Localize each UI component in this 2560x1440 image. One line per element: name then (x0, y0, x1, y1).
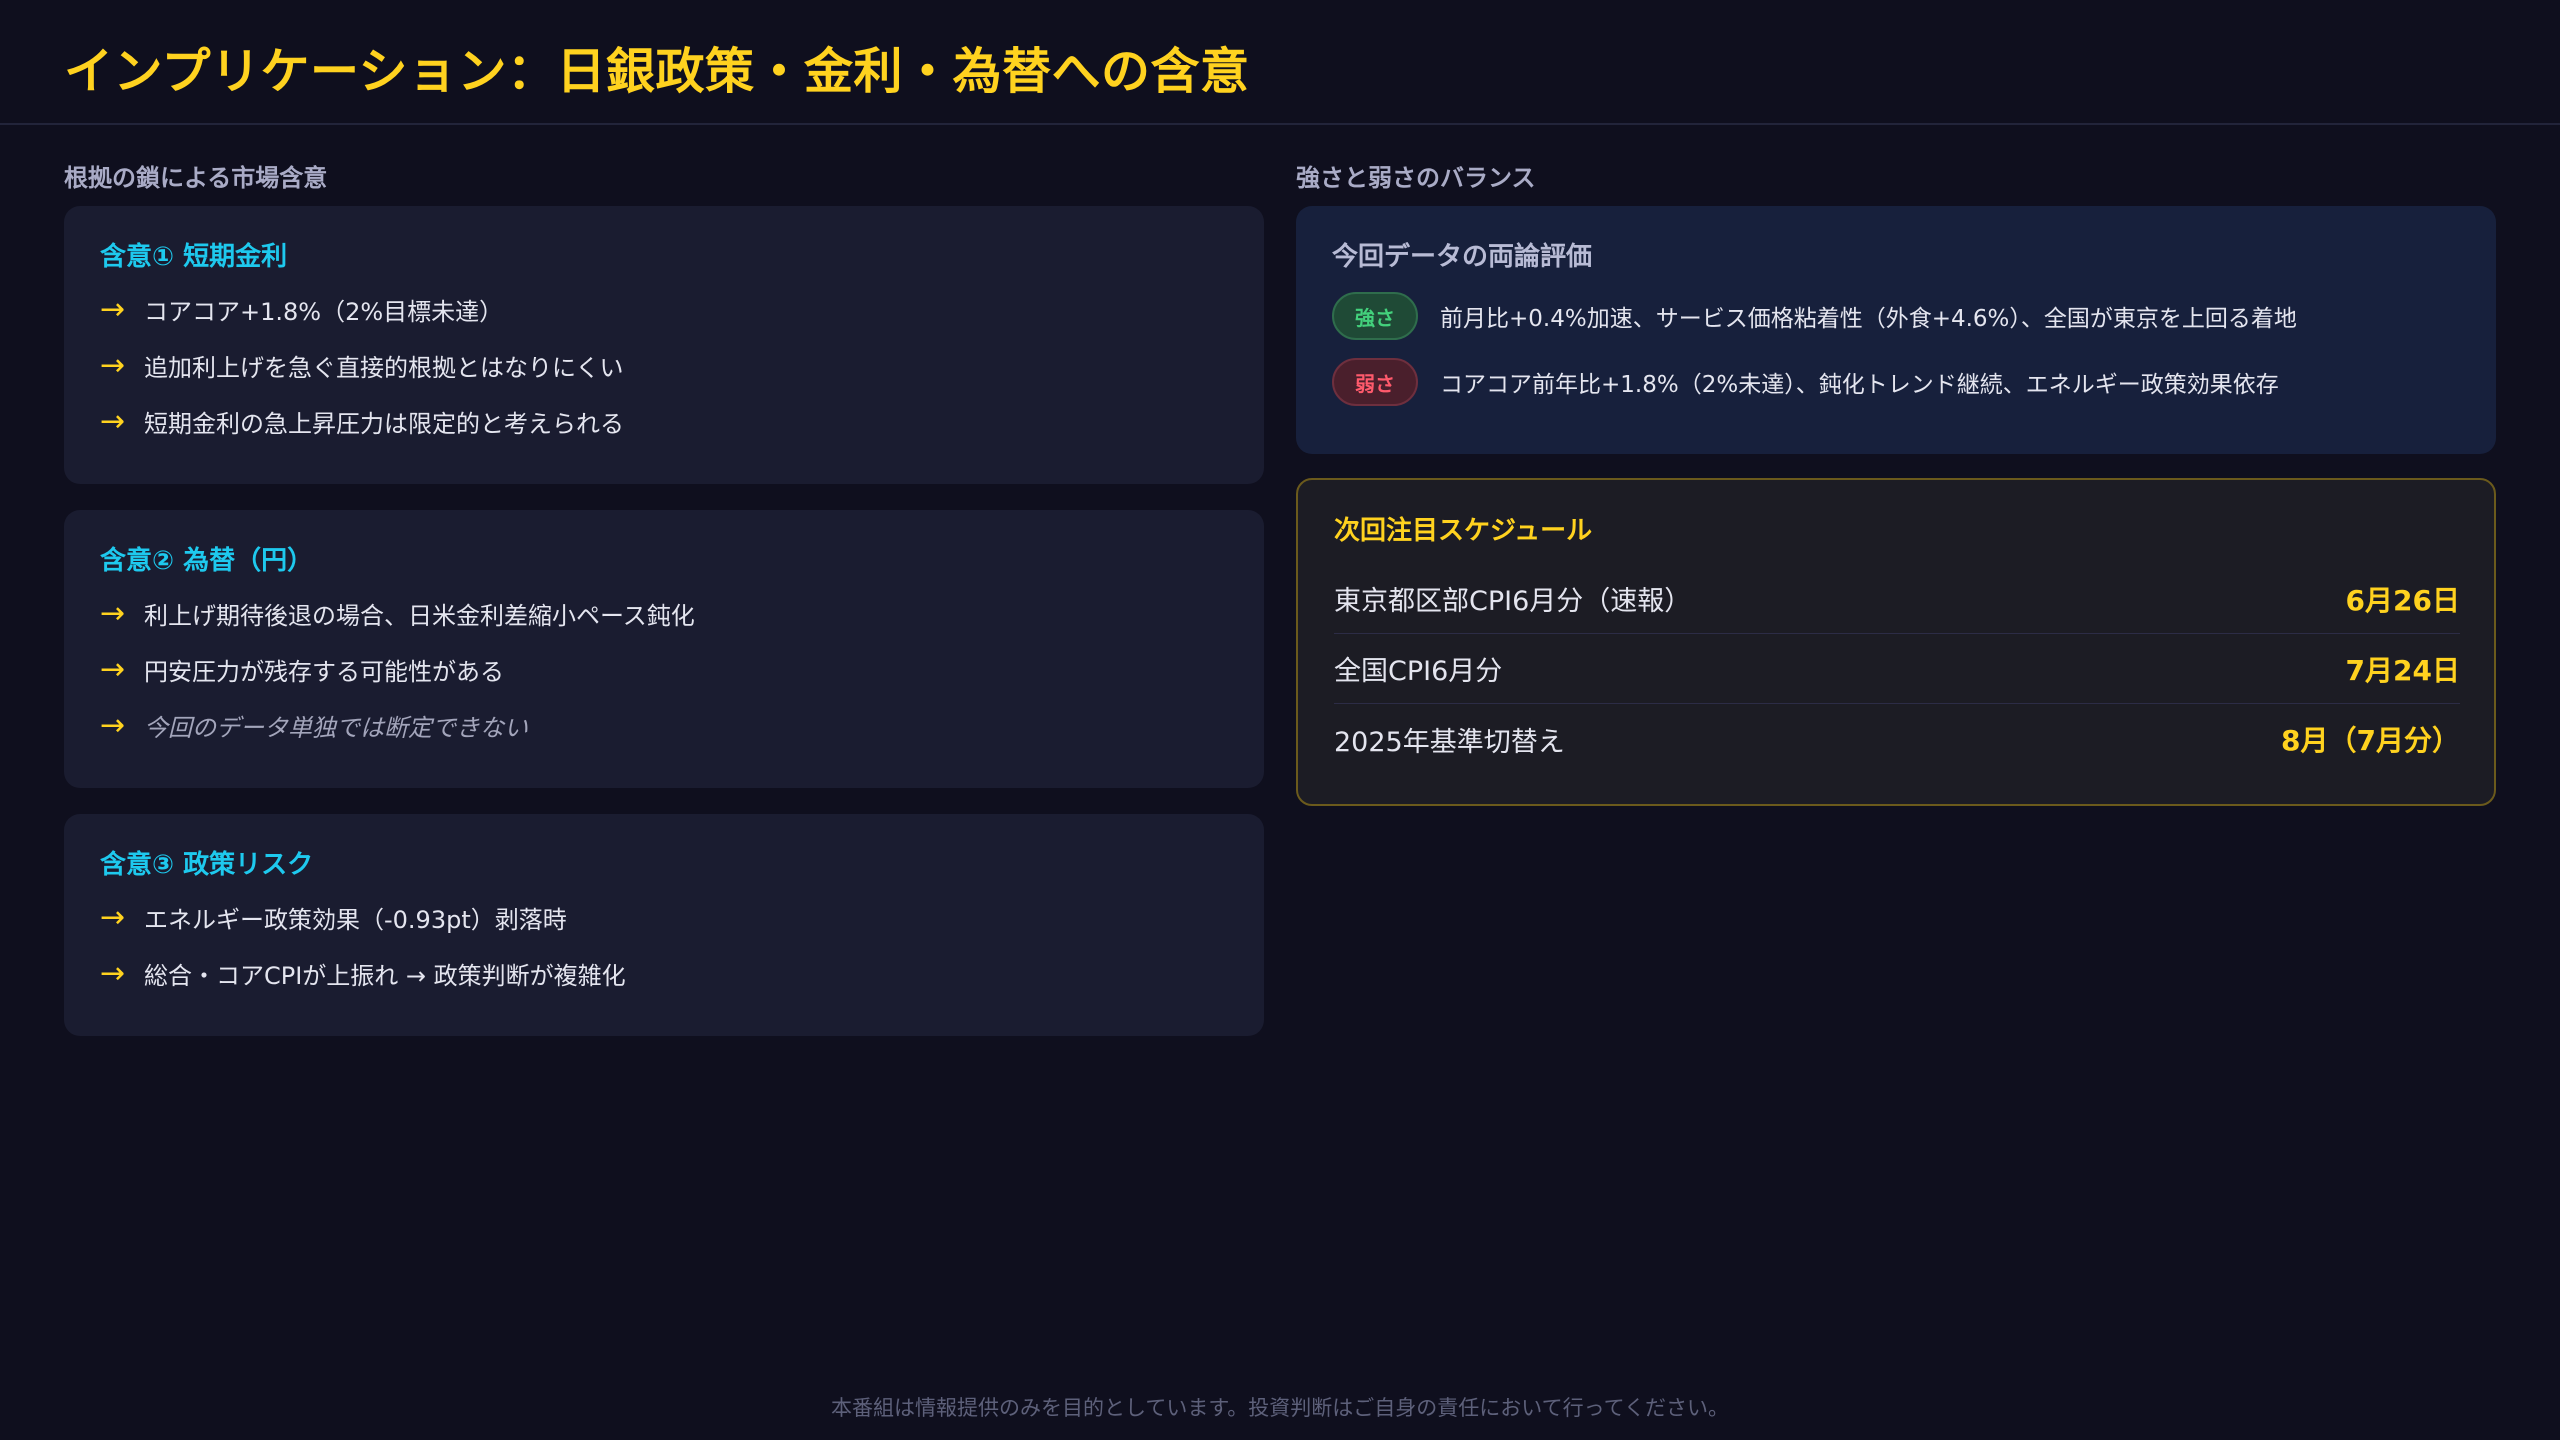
page-title: インプリケーション：日銀政策・金利・為替への含意 (64, 43, 1250, 100)
strength-text: 前月比+0.4%加速、サービス価格粘着性（外食+4.6%）、全国が東京を上回る着… (1440, 306, 2297, 332)
strength-badge: 強さ (1332, 292, 1418, 340)
weakness-row: 弱さ コアコア前年比+1.8%（2%未達）、鈍化トレンド継続、エネルギー政策効果… (1332, 358, 2279, 406)
schedule-event: 2025年基準切替え (1334, 726, 1565, 758)
arrow-right-icon: → (100, 347, 126, 383)
schedule-row: 全国CPI6月分 7月24日 (1334, 634, 2460, 704)
list-item: → 総合・コアCPIが上振れ → 政策判断が複雑化 (100, 953, 626, 993)
disclaimer: 本番組は情報提供のみを目的としています。投資判断はご自身の責任において行ってくだ… (831, 1396, 1729, 1420)
list-item: → 今回のデータ単独では断定できない (100, 705, 528, 745)
list-item: → 追加利上げを急ぐ直接的根拠とはなりにくい (100, 345, 624, 385)
implication-card-fx: 含意② 為替（円） → 利上げ期待後退の場合、日米金利差縮小ペース鈍化 → 円安… (64, 510, 1264, 788)
list-item-text: 総合・コアCPIが上振れ → 政策判断が複雑化 (144, 961, 626, 990)
weakness-text: コアコア前年比+1.8%（2%未達）、鈍化トレンド継続、エネルギー政策効果依存 (1440, 372, 2279, 398)
schedule-date: 8月（7月分） (2281, 724, 2460, 757)
implication-card-short-rates: 含意① 短期金利 → コアコア+1.8%（2%目標未達） → 追加利上げを急ぐ直… (64, 206, 1264, 484)
arrow-right-icon: → (100, 595, 126, 631)
list-item: → エネルギー政策効果（-0.93pt）剥落時 (100, 897, 567, 937)
list-item-text: 今回のデータ単独では断定できない (144, 713, 528, 742)
left-section-label: 根拠の鎖による市場含意 (64, 164, 328, 192)
list-item-text: 短期金利の急上昇圧力は限定的と考えられる (144, 409, 624, 438)
header: インプリケーション：日銀政策・金利・為替への含意 (0, 0, 2560, 125)
implication-card-policy-risk: 含意③ 政策リスク → エネルギー政策効果（-0.93pt）剥落時 → 総合・コ… (64, 814, 1264, 1036)
card-title: 含意③ 政策リスク (100, 850, 314, 880)
list-item: → コアコア+1.8%（2%目標未達） (100, 289, 503, 329)
arrow-right-icon: → (100, 291, 126, 327)
arrow-right-icon: → (100, 707, 126, 743)
strength-row: 強さ 前月比+0.4%加速、サービス価格粘着性（外食+4.6%）、全国が東京を上… (1332, 292, 2297, 340)
list-item-text: エネルギー政策効果（-0.93pt）剥落時 (144, 905, 567, 934)
arrow-right-icon: → (100, 955, 126, 991)
schedule-event: 全国CPI6月分 (1334, 656, 1503, 687)
list-item-text: 円安圧力が残存する可能性がある (144, 657, 504, 686)
arrow-right-icon: → (100, 899, 126, 935)
arrow-right-icon: → (100, 651, 126, 687)
schedule-title: 次回注目スケジュール (1334, 516, 1593, 546)
list-item-text: 利上げ期待後退の場合、日米金利差縮小ペース鈍化 (144, 601, 695, 630)
schedule-row: 2025年基準切替え 8月（7月分） (1334, 704, 2460, 774)
list-item-text: コアコア+1.8%（2%目標未達） (144, 297, 504, 326)
list-item: → 短期金利の急上昇圧力は限定的と考えられる (100, 401, 624, 441)
list-item: → 利上げ期待後退の場合、日米金利差縮小ペース鈍化 (100, 593, 695, 633)
card-title: 含意② 為替（円） (100, 546, 314, 576)
schedule-row: 東京都区部CPI6月分（速報） 6月26日 (1334, 564, 2460, 634)
schedule-date: 6月26日 (2345, 583, 2460, 617)
list-item: → 円安圧力が残存する可能性がある (100, 649, 504, 689)
card-title: 含意① 短期金利 (100, 242, 288, 272)
list-item-text: 追加利上げを急ぐ直接的根拠とはなりにくい (144, 353, 624, 382)
weakness-badge: 弱さ (1332, 358, 1418, 406)
arrow-right-icon: → (100, 403, 126, 439)
evaluation-title: 今回データの両論評価 (1332, 242, 1593, 272)
schedule-event: 東京都区部CPI6月分（速報） (1334, 586, 1692, 617)
schedule-date: 7月24日 (2345, 653, 2460, 687)
schedule-card: 次回注目スケジュール 東京都区部CPI6月分（速報） 6月26日 全国CPI6月… (1296, 478, 2496, 806)
evaluation-card: 今回データの両論評価 強さ 前月比+0.4%加速、サービス価格粘着性（外食+4.… (1296, 206, 2496, 454)
right-section-label: 強さと弱さのバランス (1296, 164, 1536, 192)
